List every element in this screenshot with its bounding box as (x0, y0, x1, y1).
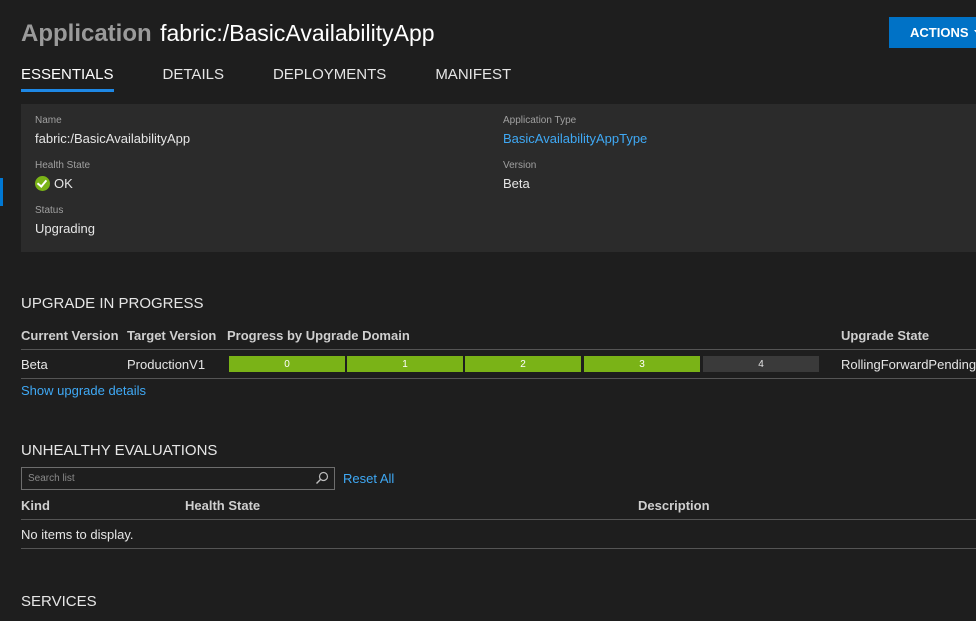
version-value: Beta (503, 176, 530, 191)
tab-essentials[interactable]: ESSENTIALS (21, 66, 114, 92)
upgrade-state-cell: RollingForwardPending (841, 357, 976, 372)
upgrade-domain-4-progress: 4 (703, 356, 819, 372)
column-header-upgrade-state[interactable]: Upgrade State (841, 328, 929, 343)
target-version-cell: ProductionV1 (127, 357, 206, 372)
status-field: Status Upgrading (35, 205, 95, 236)
column-header-description[interactable]: Description (638, 498, 710, 513)
health-state-value: OK (35, 176, 90, 191)
ok-check-icon (35, 176, 50, 191)
search-input[interactable] (22, 468, 312, 489)
health-state-label: Health State (35, 160, 91, 171)
current-version-cell: Beta (21, 357, 48, 372)
tab-bar: ESSENTIALS DETAILS DEPLOYMENTS MANIFEST (21, 66, 511, 92)
reset-all-link[interactable]: Reset All (343, 471, 394, 486)
upgrade-domain-0-progress: 0 (229, 356, 345, 372)
column-header-current-version[interactable]: Current Version (21, 328, 119, 343)
services-section-title: SERVICES (21, 593, 97, 610)
column-header-health-state[interactable]: Health State (185, 498, 260, 513)
tab-manifest[interactable]: MANIFEST (435, 66, 511, 92)
column-header-kind[interactable]: Kind (21, 498, 50, 513)
application-type-field: Application Type BasicAvailabilityAppTyp… (503, 115, 647, 146)
health-state-text: OK (54, 176, 73, 191)
unhealthy-row-divider (21, 548, 976, 549)
status-value: Upgrading (35, 221, 95, 236)
upgrade-domain-1-progress: 1 (347, 356, 463, 372)
empty-list-message: No items to display. (21, 527, 134, 542)
unhealthy-header-divider (21, 519, 976, 520)
show-upgrade-details-link[interactable]: Show upgrade details (21, 383, 146, 398)
name-value: fabric:/BasicAvailabilityApp (35, 131, 191, 146)
essentials-panel: Name fabric:/BasicAvailabilityApp Health… (21, 104, 976, 252)
health-state-field: Health State OK (35, 160, 90, 191)
table-header-divider (21, 349, 976, 350)
status-label: Status (35, 205, 64, 216)
search-list-box (21, 467, 335, 490)
application-type-label: Application Type (503, 115, 577, 126)
search-icon[interactable] (315, 471, 329, 485)
column-header-target-version[interactable]: Target Version (127, 328, 216, 343)
name-label: Name (35, 115, 62, 126)
page-title-kind: Application (21, 20, 152, 47)
upgrade-section-title: UPGRADE IN PROGRESS (21, 295, 204, 312)
page-title-name: fabric:/BasicAvailabilityApp (160, 20, 435, 46)
actions-button-label: ACTIONS (910, 25, 969, 40)
application-type-link[interactable]: BasicAvailabilityAppType (503, 131, 647, 146)
column-header-progress[interactable]: Progress by Upgrade Domain (227, 328, 410, 343)
table-row-divider (21, 378, 976, 379)
selection-indicator (0, 178, 3, 206)
tab-details[interactable]: DETAILS (163, 66, 224, 92)
page-title: Application fabric:/BasicAvailabilityApp (21, 20, 435, 50)
upgrade-domain-3-progress: 3 (584, 356, 700, 372)
tab-deployments[interactable]: DEPLOYMENTS (273, 66, 386, 92)
actions-button[interactable]: ACTIONS (889, 17, 976, 48)
upgrade-domain-2-progress: 2 (465, 356, 581, 372)
unhealthy-section-title: UNHEALTHY EVALUATIONS (21, 442, 218, 459)
version-field: Version Beta (503, 160, 536, 191)
version-label: Version (503, 160, 537, 171)
name-field: Name fabric:/BasicAvailabilityApp (35, 115, 190, 146)
